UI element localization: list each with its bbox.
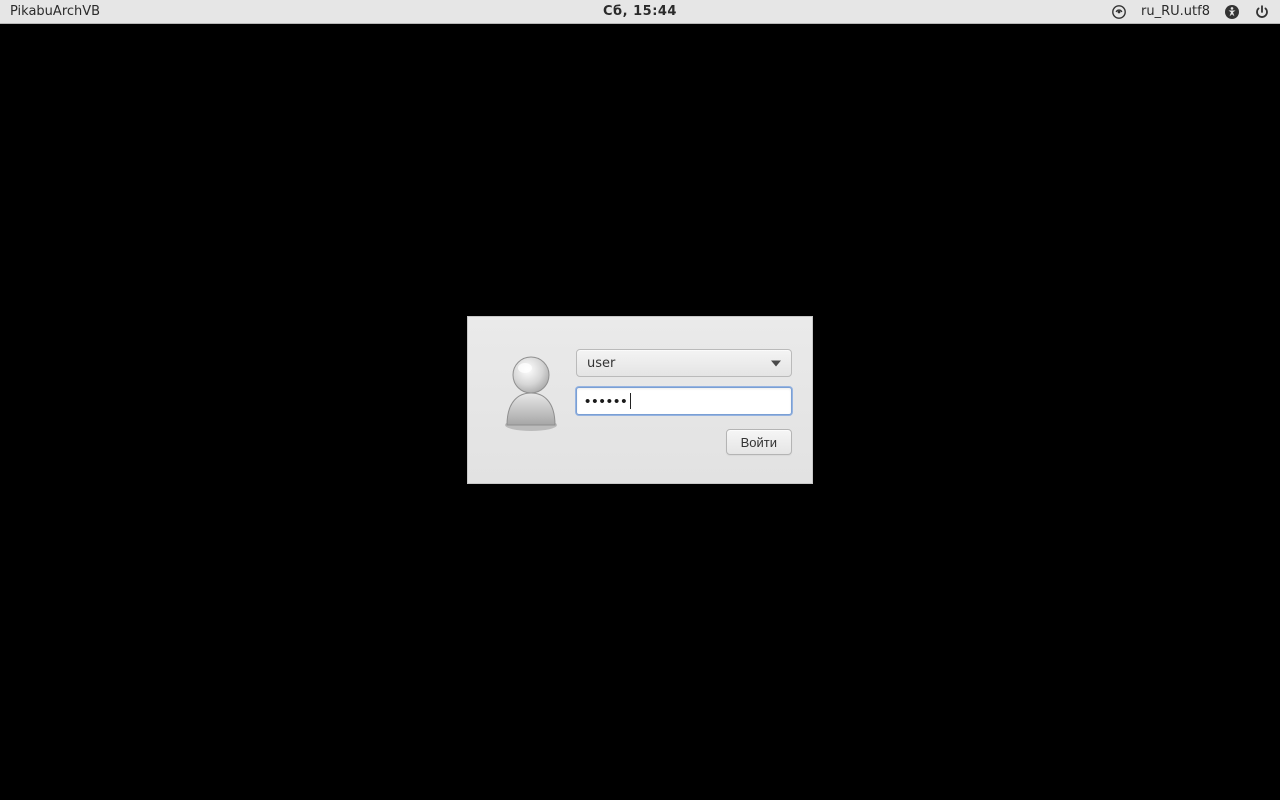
top-panel: PikabuArchVB Сб, 15:44 ru_RU.utf8 [0,0,1280,24]
user-select-value: user [587,356,615,371]
login-button[interactable]: Войти [726,429,792,455]
accessibility-icon[interactable] [1224,4,1240,20]
login-panel: user •••••• Войти [467,316,813,484]
power-icon[interactable] [1254,4,1270,20]
top-panel-right: ru_RU.utf8 [1111,4,1280,20]
avatar-area [486,335,576,465]
user-avatar-icon [497,351,565,437]
locale-indicator[interactable]: ru_RU.utf8 [1141,4,1210,19]
text-cursor [630,393,631,409]
login-form: user •••••• Войти [576,335,792,465]
chevron-down-icon [771,356,781,371]
button-row: Войти [576,429,792,455]
hostname-label: PikabuArchVB [0,4,100,19]
user-select[interactable]: user [576,349,792,377]
clock: Сб, 15:44 [603,4,677,19]
password-value: •••••• [585,393,629,410]
password-input[interactable]: •••••• [576,387,792,415]
session-indicator-icon[interactable] [1111,4,1127,20]
